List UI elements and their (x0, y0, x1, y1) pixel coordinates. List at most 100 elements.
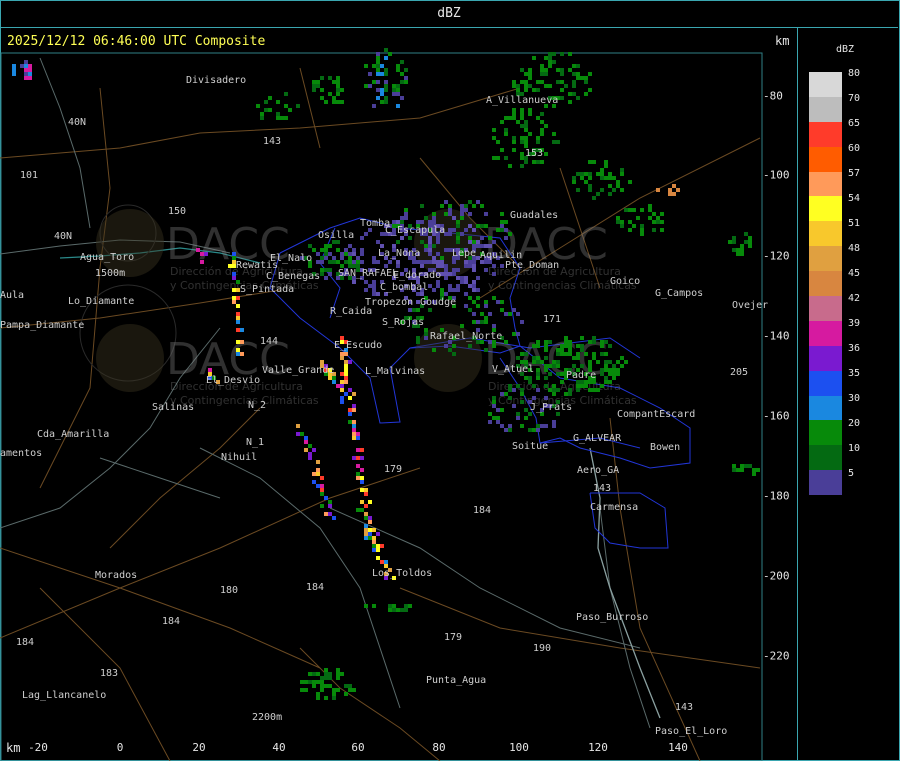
radar-echo (536, 360, 540, 364)
radar-echo (600, 340, 604, 344)
radar-echo (516, 416, 520, 420)
radar-echo (396, 88, 400, 92)
radar-echo (748, 244, 752, 248)
radar-echo (364, 604, 368, 608)
x-tick-label: 60 (351, 741, 365, 754)
radar-echo (404, 212, 408, 216)
storm-echo (324, 496, 328, 500)
storm-echo (352, 432, 356, 436)
radar-echo (560, 72, 564, 76)
radar-echo (368, 84, 372, 88)
storm-echo (300, 432, 304, 436)
radar-echo (284, 116, 288, 120)
radar-echo (444, 212, 448, 216)
radar-echo (524, 160, 528, 164)
radar-echo (376, 56, 380, 60)
radar-echo (400, 72, 404, 76)
storm-echo (376, 532, 380, 536)
place-label: Pampa_Diamante (0, 320, 84, 331)
place-label: Ovejer (732, 300, 768, 311)
storm-echo (344, 392, 348, 396)
radar-echo (596, 388, 600, 392)
radar-echo (308, 264, 312, 268)
radar-echo (332, 100, 336, 104)
radar-echo (312, 680, 316, 684)
radar-echo (612, 368, 616, 372)
radar-echo (556, 140, 560, 144)
y-tick-label: -200 (763, 569, 790, 583)
storm-echo (372, 548, 376, 552)
radar-echo (472, 240, 476, 244)
radar-echo (400, 608, 404, 612)
storm-echo (236, 348, 240, 352)
radar-echo (728, 240, 732, 244)
storm-echo (320, 484, 324, 488)
radar-echo (488, 236, 492, 240)
radar-echo (328, 92, 332, 96)
radar-echo (508, 384, 512, 388)
radar-echo (424, 260, 428, 264)
radar-echo (372, 256, 376, 260)
radar-echo (620, 172, 624, 176)
radar-echo (408, 236, 412, 240)
radar-echo (400, 220, 404, 224)
legend-label: 45 (848, 268, 861, 279)
radar-echo (588, 360, 592, 364)
radar-echo (468, 224, 472, 228)
radar-echo (560, 352, 564, 356)
radar-echo (740, 464, 744, 468)
radar-echo (360, 248, 364, 252)
radar-echo (660, 212, 664, 216)
radar-echo (500, 264, 504, 268)
storm-echo (344, 376, 348, 380)
place-label: Nihuil (221, 452, 257, 463)
radar-echo (656, 220, 660, 224)
x-tick-label: 80 (432, 741, 446, 754)
radar-echo (612, 176, 616, 180)
radar-echo (360, 236, 364, 240)
radar-echo (512, 84, 516, 88)
radar-echo (504, 392, 508, 396)
radar-echo (504, 132, 508, 136)
storm-echo (348, 388, 352, 392)
radar-echo (616, 372, 620, 376)
watermark-emblem (96, 324, 164, 392)
radar-echo (364, 232, 368, 236)
radar-echo (480, 312, 484, 316)
radar-echo (492, 136, 496, 140)
place-label: 153 (525, 148, 543, 159)
radar-echo (328, 672, 332, 676)
radar-echo (480, 320, 484, 324)
storm-echo (348, 412, 352, 416)
radar-echo (380, 88, 384, 92)
legend-swatch (809, 271, 842, 297)
radar-echo (428, 240, 432, 244)
radar-echo (392, 604, 396, 608)
radar-echo (604, 160, 608, 164)
storm-echo (356, 448, 360, 452)
title-bar: dBZ (0, 0, 898, 28)
storm-echo (208, 368, 212, 372)
radar-echo (420, 240, 424, 244)
place-label: S_Rojas (382, 317, 424, 328)
radar-echo (324, 696, 328, 700)
radar-echo (492, 404, 496, 408)
y-tick-label: -140 (763, 329, 790, 343)
panel-separator (797, 28, 798, 761)
radar-echo (624, 208, 628, 212)
radar-echo (748, 240, 752, 244)
radar-echo (748, 236, 752, 240)
place-label: 205 (730, 367, 748, 378)
radar-echo (564, 344, 568, 348)
radar-echo (468, 212, 472, 216)
storm-echo (232, 272, 236, 276)
storm-echo (352, 408, 356, 412)
storm-echo (232, 296, 236, 300)
radar-echo (524, 376, 528, 380)
radar-echo (572, 64, 576, 68)
radar-echo (528, 72, 532, 76)
storm-echo (240, 340, 244, 344)
radar-echo (584, 172, 588, 176)
radar-echo (472, 228, 476, 232)
radar-map[interactable]: DACCDirección de Agriculturay Contingenc… (0, 28, 797, 761)
